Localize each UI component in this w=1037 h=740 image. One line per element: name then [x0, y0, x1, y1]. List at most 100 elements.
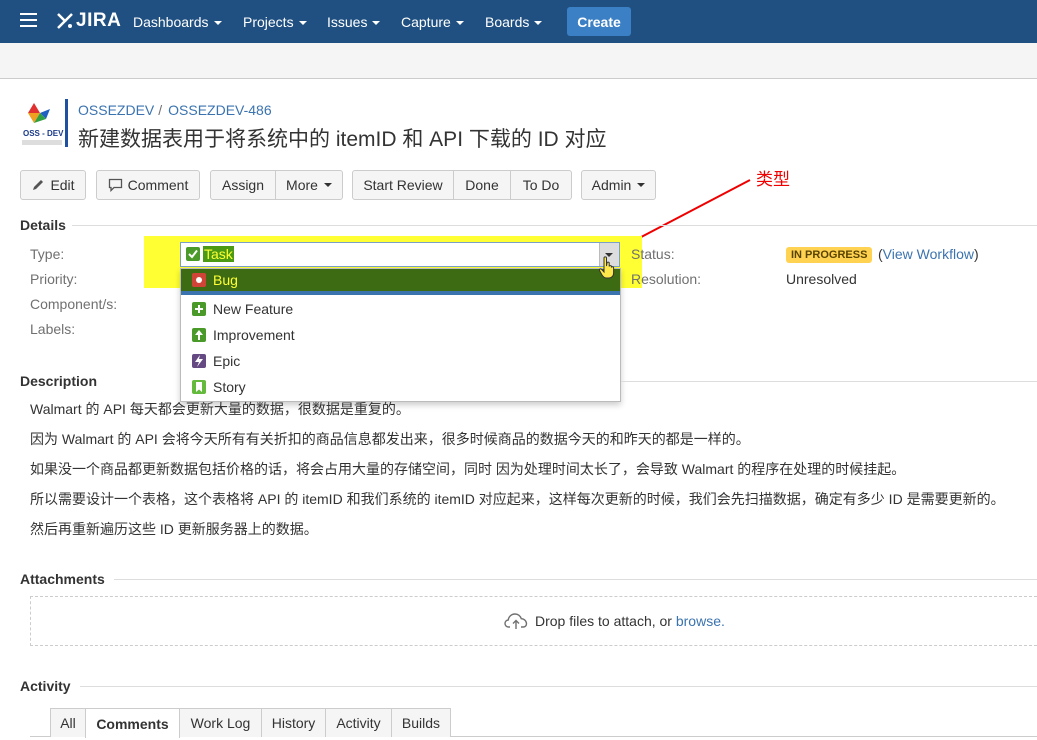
lightning-icon [192, 354, 206, 368]
view-workflow-paren-close: ) [973, 246, 979, 262]
chevron-down-icon [372, 21, 381, 26]
browse-link[interactable]: browse. [676, 613, 725, 629]
details-divider [72, 225, 1037, 226]
comment-icon [108, 178, 122, 192]
breadcrumb-project-link[interactable]: OSSEZDEV [78, 102, 154, 118]
project-logo-icon [22, 99, 68, 147]
nav-dashboards[interactable]: Dashboards [133, 14, 222, 30]
project-avatar[interactable]: OSS - DEV [20, 99, 68, 147]
breadcrumb-separator: / [158, 102, 163, 118]
tab-all[interactable]: All [50, 708, 86, 737]
priority-label: Priority: [30, 271, 78, 287]
tab-builds[interactable]: Builds [391, 708, 451, 737]
attachment-dropzone[interactable]: Drop files to attach, or browse. [30, 596, 1037, 646]
type-option-new-feature-label: New Feature [213, 301, 294, 317]
type-option-bug-label: Bug [213, 272, 238, 288]
description-line: Walmart 的 API 每天都会更新大量的数据，很数据是重复的。 [30, 401, 410, 417]
activity-divider [80, 686, 1037, 687]
nav-projects[interactable]: Projects [243, 14, 307, 30]
type-option-bug[interactable]: Bug [181, 269, 620, 295]
nav-dashboards-label: Dashboards [133, 14, 209, 30]
breadcrumb: OSSEZDEV / OSSEZDEV-486 [78, 102, 272, 118]
attachments-divider [114, 579, 1037, 580]
start-review-button[interactable]: Start Review [353, 171, 454, 199]
description-heading: Description [20, 373, 98, 389]
logo-text: JIRA [76, 10, 122, 31]
type-option-story[interactable]: Story [181, 374, 620, 400]
type-select[interactable]: Task [180, 242, 620, 267]
assign-more-group: Assign More [210, 170, 343, 200]
create-button[interactable]: Create [567, 7, 631, 36]
type-option-story-label: Story [213, 379, 246, 395]
issue-title[interactable]: 新建数据表用于将系统中的 itemID 和 API 下载的 ID 对应 [78, 123, 607, 153]
hand-cursor-icon [598, 256, 615, 279]
description-line: 然后再重新遍历这些 ID 更新服务器上的数据。 [30, 521, 318, 537]
done-button[interactable]: Done [454, 171, 511, 199]
nav-boards[interactable]: Boards [485, 14, 543, 30]
nav-issues[interactable]: Issues [327, 14, 381, 30]
nav-capture[interactable]: Capture [401, 14, 464, 30]
nav-issues-label: Issues [327, 14, 368, 30]
arrow-up-icon [192, 328, 206, 342]
bug-icon [192, 273, 206, 287]
type-option-epic-label: Epic [213, 353, 241, 369]
jira-logo[interactable]: JIRA [56, 10, 121, 32]
components-label: Component/s: [30, 296, 118, 312]
tab-comments[interactable]: Comments [85, 708, 180, 738]
edit-button-label: Edit [50, 177, 75, 193]
status-badge: IN PROGRESS [786, 247, 873, 263]
dropzone-content: Drop files to attach, or browse. [504, 612, 725, 630]
type-option-epic[interactable]: Epic [181, 348, 620, 374]
bookmark-icon [192, 380, 206, 394]
more-button-label: More [286, 177, 318, 193]
view-workflow-link[interactable]: View Workflow [883, 246, 974, 262]
type-option-improvement[interactable]: Improvement [181, 322, 620, 348]
tab-activity[interactable]: Activity [325, 708, 392, 737]
comment-button[interactable]: Comment [96, 170, 200, 200]
dropzone-text: Drop files to attach, or [535, 613, 672, 629]
description-divider [621, 381, 1037, 382]
menu-icon[interactable] [20, 13, 37, 27]
chevron-down-icon [298, 21, 307, 26]
pencil-icon [33, 180, 44, 190]
nav-projects-label: Projects [243, 14, 294, 30]
attachments-heading: Attachments [20, 571, 105, 587]
type-option-new-feature[interactable]: New Feature [181, 296, 620, 322]
todo-button[interactable]: To Do [511, 171, 571, 199]
assign-button[interactable]: Assign [211, 171, 276, 199]
type-label: Type: [30, 246, 65, 262]
comment-button-label: Comment [127, 177, 189, 193]
description-line: 因为 Walmart 的 API 会将今天所有有关折扣的商品信息都发出来，很多时… [30, 431, 750, 447]
tab-history[interactable]: History [261, 708, 326, 737]
edit-button[interactable]: Edit [20, 170, 86, 200]
description-line: 如果没一个商品都更新数据包括价格的话，将会占用大量的存储空间，同时 因为处理时间… [30, 461, 906, 477]
chevron-down-icon [213, 21, 222, 26]
tab-work-log[interactable]: Work Log [179, 708, 262, 737]
nav-capture-label: Capture [401, 14, 451, 30]
cloud-upload-icon [504, 613, 528, 629]
type-dropdown-menu: Bug New Feature Improvement Epic Story [180, 268, 621, 402]
activity-heading: Activity [20, 678, 71, 694]
more-button[interactable]: More [276, 171, 342, 199]
top-navigation-bar: JIRA Dashboards Projects Issues Capture … [0, 0, 1037, 43]
view-workflow: (View Workflow) [878, 246, 979, 262]
jira-logo-icon [57, 13, 73, 29]
nav-boards-label: Boards [485, 14, 530, 30]
plus-icon [192, 302, 206, 316]
details-heading: Details [20, 217, 66, 233]
labels-label: Labels: [30, 321, 76, 337]
chevron-down-icon [323, 183, 332, 187]
chevron-down-icon [534, 21, 543, 26]
type-select-value: Task [203, 246, 234, 262]
resolution-label: Resolution: [631, 271, 702, 287]
breadcrumb-issue-link[interactable]: OSSEZDEV-486 [168, 102, 272, 118]
annotation-label: 类型 [756, 170, 790, 189]
status-label: Status: [631, 246, 675, 262]
task-icon [186, 247, 200, 261]
sub-header-bar [0, 43, 1037, 79]
resolution-value: Unresolved [786, 271, 857, 287]
workflow-group: Start Review Done To Do [352, 170, 572, 200]
project-avatar-text: OSS - DEV [23, 129, 64, 138]
chevron-down-icon [455, 21, 464, 26]
type-option-improvement-label: Improvement [213, 327, 295, 343]
